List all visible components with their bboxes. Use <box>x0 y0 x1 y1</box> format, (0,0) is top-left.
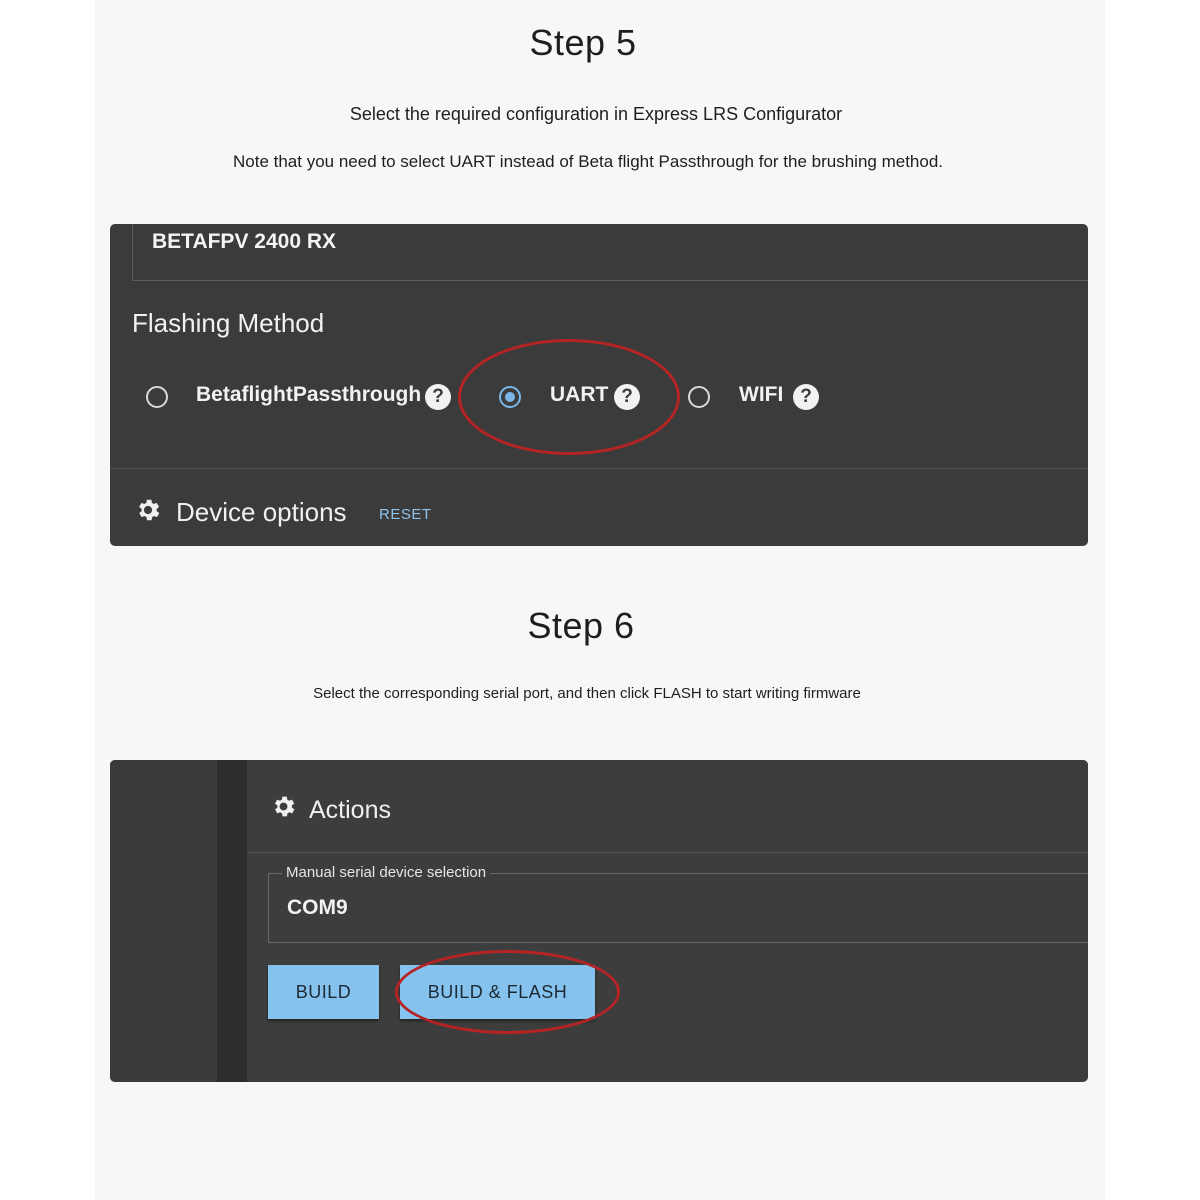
radio-label-wifi[interactable]: WIFI <box>739 383 783 407</box>
step5-instruction: Select the required configuration in Exp… <box>349 104 843 124</box>
help-icon[interactable]: ? <box>793 384 819 410</box>
radio-wifi[interactable] <box>688 386 710 408</box>
build-button[interactable]: BUILD <box>268 965 379 1019</box>
highlight-ellipse <box>458 339 680 455</box>
sidebar <box>110 760 219 1082</box>
radio-betaflight-passthrough[interactable] <box>146 386 168 408</box>
reset-button[interactable]: RESET <box>379 506 432 523</box>
section-divider <box>110 468 1088 469</box>
device-target-value: BETAFPV 2400 RX <box>152 230 337 253</box>
gear-icon <box>139 499 160 521</box>
step6-title: Step 6 <box>527 605 635 646</box>
serial-device-value[interactable]: COM9 <box>287 896 348 920</box>
device-options-heading: Device options <box>176 497 347 527</box>
serial-device-label: Manual serial device selection <box>282 864 491 881</box>
flashing-method-heading: Flashing Method <box>132 308 325 338</box>
serial-device-field[interactable] <box>268 873 1088 943</box>
radio-label-betaflight-passthrough[interactable]: BetaflightPassthrough <box>196 383 421 407</box>
actions-heading: Actions <box>309 796 391 824</box>
step6-instruction: Select the corresponding serial port, an… <box>313 685 861 702</box>
gear-icon <box>274 796 295 817</box>
step5-note: Note that you need to select UART instea… <box>232 152 944 171</box>
section-divider <box>247 852 1088 853</box>
highlight-ellipse <box>395 950 620 1034</box>
configurator-panel-actions: Actions Manual serial device selection C… <box>110 760 1088 1082</box>
sidebar-gutter <box>217 760 247 1082</box>
help-icon[interactable]: ? <box>425 384 451 410</box>
configurator-panel-flashing: BETAFPV 2400 RX Flashing Method Betaflig… <box>110 224 1088 546</box>
step5-title: Step 5 <box>529 22 637 63</box>
